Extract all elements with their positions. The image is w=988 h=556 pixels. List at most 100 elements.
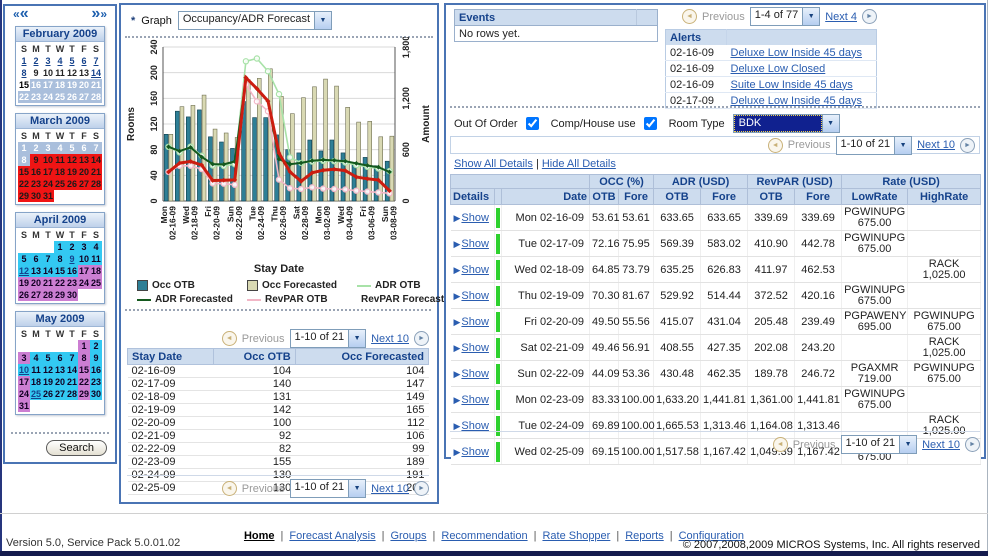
calendar-day[interactable]: 1 (18, 55, 30, 67)
next-page-icon[interactable]: ► (414, 481, 429, 496)
next-page-link[interactable]: Next 10 (917, 139, 955, 151)
calendar-day[interactable]: 15 (78, 364, 90, 376)
calendar-day[interactable]: 22 (18, 91, 30, 103)
next-page-link[interactable]: Next 10 (371, 483, 409, 495)
graph-type-select[interactable]: Occupancy/ADR Forecast ▼ (178, 11, 332, 30)
page-range-select[interactable]: 1-10 of 21 ▼ (841, 435, 918, 454)
calendar-day[interactable]: 2 (90, 340, 102, 352)
calendar-day[interactable]: 9 (30, 67, 42, 79)
calendar-day[interactable]: 23 (30, 178, 42, 190)
calendar-day[interactable]: 8 (18, 67, 30, 79)
calendar-day[interactable]: 16 (30, 166, 42, 178)
calendar-day[interactable]: 17 (42, 166, 54, 178)
show-details-link[interactable]: Show (461, 394, 489, 406)
calendar-day[interactable]: 28 (42, 289, 54, 301)
calendar-day[interactable]: 30 (90, 388, 102, 400)
previous-page-icon[interactable]: ◄ (682, 9, 697, 24)
calendar-day[interactable]: 15 (18, 166, 30, 178)
subheader-adr-fore[interactable]: Fore (701, 189, 748, 205)
column-header-occ-forecasted[interactable]: Occ Forecasted (295, 349, 428, 365)
calendar-day[interactable]: 9 (66, 253, 78, 265)
calendar-day[interactable]: 16 (30, 79, 42, 91)
calendar-day[interactable]: 12 (18, 265, 30, 277)
calendar-day[interactable]: 22 (54, 277, 66, 289)
subheader-revpar-fore[interactable]: Fore (795, 189, 842, 205)
calendar-day[interactable]: 27 (78, 178, 90, 190)
calendar-day[interactable]: 2 (30, 142, 42, 154)
subheader-highrate[interactable]: HighRate (908, 189, 981, 205)
calendar-day[interactable]: 27 (78, 91, 90, 103)
calendar-day[interactable]: 3 (18, 352, 30, 364)
dropdown-arrow-icon[interactable]: ▼ (348, 480, 365, 497)
show-details-arrow-icon[interactable]: ▶ (454, 395, 461, 405)
calendar-day[interactable]: 8 (54, 253, 66, 265)
calendar-day[interactable]: 26 (42, 388, 54, 400)
show-details-link[interactable]: Show (461, 238, 489, 250)
calendar-day[interactable]: 1 (18, 142, 30, 154)
dropdown-arrow-icon[interactable]: ▼ (822, 115, 839, 132)
calendar-day[interactable]: 25 (54, 91, 66, 103)
calendar-day[interactable]: 15 (18, 79, 30, 91)
calendar-day[interactable]: 27 (30, 289, 42, 301)
next-month-icon[interactable]: » (91, 5, 100, 22)
calendar-day[interactable]: 31 (42, 190, 54, 202)
calendar-day[interactable]: 3 (42, 55, 54, 67)
previous-page-icon[interactable]: ◄ (768, 138, 783, 153)
show-details-arrow-icon[interactable]: ▶ (454, 369, 461, 379)
subheader-occ-fore[interactable]: Fore (619, 189, 654, 205)
calendar-day[interactable]: 7 (42, 253, 54, 265)
calendar-day[interactable]: 10 (18, 364, 30, 376)
calendar-day[interactable]: 5 (66, 142, 78, 154)
subheader-adr-otb[interactable]: OTB (654, 189, 701, 205)
calendar-day[interactable]: 20 (78, 79, 90, 91)
calendar-day[interactable]: 28 (90, 91, 102, 103)
calendar-day[interactable]: 14 (42, 265, 54, 277)
calendar-day[interactable]: 12 (66, 154, 78, 166)
calendar-day[interactable]: 3 (78, 241, 90, 253)
calendar-day[interactable]: 15 (54, 265, 66, 277)
show-details-arrow-icon[interactable]: ▶ (454, 317, 461, 327)
calendar-day[interactable]: 6 (54, 352, 66, 364)
calendar-day[interactable]: 14 (66, 364, 78, 376)
calendar-day[interactable]: 21 (90, 166, 102, 178)
show-details-arrow-icon[interactable]: ▶ (454, 239, 461, 249)
page-range-select[interactable]: 1-10 of 21 ▼ (290, 329, 367, 348)
calendar-day[interactable]: 25 (54, 178, 66, 190)
show-details-arrow-icon[interactable]: ▶ (454, 343, 461, 353)
calendar-day[interactable]: 13 (30, 265, 42, 277)
next-year-icon[interactable]: » (100, 7, 107, 21)
calendar-day[interactable]: 12 (66, 67, 78, 79)
calendar-day[interactable]: 16 (90, 364, 102, 376)
calendar-day[interactable]: 8 (18, 154, 30, 166)
show-details-link[interactable]: Show (461, 368, 489, 380)
calendar-day[interactable]: 29 (54, 289, 66, 301)
dropdown-arrow-icon[interactable]: ▼ (348, 330, 365, 347)
dropdown-arrow-icon[interactable]: ▼ (802, 8, 819, 25)
calendar-day[interactable]: 23 (90, 376, 102, 388)
calendar-day[interactable]: 24 (18, 388, 30, 400)
alert-link[interactable]: Deluxe Low Closed (731, 63, 826, 75)
calendar-day[interactable]: 11 (54, 154, 66, 166)
dropdown-arrow-icon[interactable]: ▼ (314, 12, 331, 29)
calendar-day[interactable]: 20 (54, 376, 66, 388)
page-range-select[interactable]: 1-10 of 21 ▼ (836, 136, 913, 155)
calendar-day[interactable]: 31 (18, 400, 30, 412)
calendar-day[interactable]: 30 (30, 190, 42, 202)
footer-nav-home[interactable]: Home (244, 530, 275, 542)
calendar-day[interactable]: 24 (42, 91, 54, 103)
calendar-day[interactable]: 7 (66, 352, 78, 364)
next-page-link[interactable]: Next 10 (922, 439, 960, 451)
calendar-day[interactable]: 17 (18, 376, 30, 388)
calendar-day[interactable]: 1 (54, 241, 66, 253)
show-details-link[interactable]: Show (461, 290, 489, 302)
calendar-day[interactable]: 4 (90, 241, 102, 253)
search-button[interactable]: Search (46, 440, 107, 456)
calendar-day[interactable]: 19 (66, 166, 78, 178)
footer-nav-groups[interactable]: Groups (390, 530, 426, 542)
show-details-link[interactable]: Show (461, 420, 489, 432)
calendar-day[interactable]: 7 (90, 55, 102, 67)
calendar-day[interactable]: 18 (90, 265, 102, 277)
calendar-day[interactable]: 19 (18, 277, 30, 289)
calendar-day[interactable]: 1 (78, 340, 90, 352)
calendar-day[interactable]: 24 (78, 277, 90, 289)
